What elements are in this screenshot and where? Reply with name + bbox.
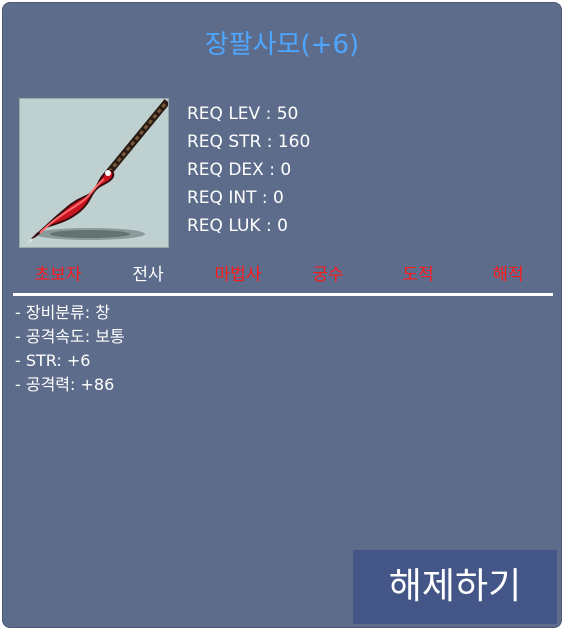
req-str: REQ STR : 160 bbox=[187, 132, 311, 152]
req-int: REQ INT : 0 bbox=[187, 188, 284, 208]
job-warrior: 전사 bbox=[132, 265, 164, 285]
job-beginner: 초보자 bbox=[34, 265, 82, 285]
job-magician: 마법사 bbox=[214, 265, 262, 285]
job-pirate: 해적 bbox=[492, 265, 524, 285]
item-tooltip-panel: 장팔사모(+6) REQ LEV : 50 REQ STR : 160 REQ … bbox=[2, 2, 562, 628]
stat-equip-type: - 장비분류: 창 bbox=[15, 303, 110, 322]
requirements-list: REQ LEV : 50 REQ STR : 160 REQ DEX : 0 R… bbox=[187, 100, 310, 240]
unequip-button[interactable]: 해제하기 bbox=[353, 550, 557, 624]
spear-icon bbox=[19, 98, 169, 248]
stat-attack-speed: - 공격속도: 보통 bbox=[15, 327, 125, 346]
item-name: 장팔사모(+6) bbox=[204, 30, 360, 60]
job-restrictions: 초보자 전사 마법사 궁수 도적 해적 bbox=[13, 261, 553, 289]
item-stats-list: - 장비분류: 창 - 공격속도: 보통 - STR: +6 - 공격력: +8… bbox=[15, 301, 125, 397]
stat-attack: - 공격력: +86 bbox=[15, 375, 115, 394]
job-bowman: 궁수 bbox=[312, 265, 344, 285]
req-dex: REQ DEX : 0 bbox=[187, 160, 292, 180]
stat-str: - STR: +6 bbox=[15, 351, 91, 370]
job-thief: 도적 bbox=[402, 265, 434, 285]
req-level: REQ LEV : 50 bbox=[187, 104, 299, 124]
req-luk: REQ LUK : 0 bbox=[187, 216, 288, 236]
divider bbox=[13, 293, 553, 296]
